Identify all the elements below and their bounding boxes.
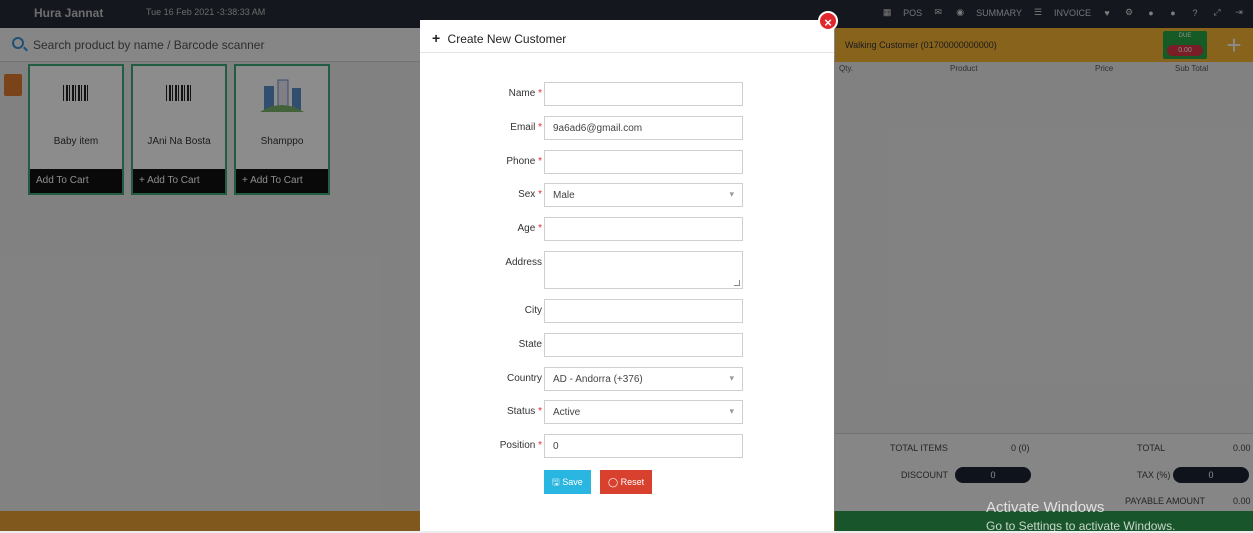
country-row: Country AD - Andorra (+376) bbox=[420, 367, 834, 391]
save-label: Save bbox=[562, 477, 583, 487]
state-field[interactable] bbox=[544, 333, 743, 357]
sex-select[interactable]: Male bbox=[544, 183, 743, 207]
address-label: Address bbox=[505, 257, 542, 268]
phone-row: Phone * bbox=[420, 150, 834, 174]
reset-button[interactable]: ◯ Reset bbox=[600, 470, 653, 494]
email-row: Email * 9a6ad6@gmail.com bbox=[420, 116, 834, 140]
email-field[interactable]: 9a6ad6@gmail.com bbox=[544, 116, 743, 140]
age-row: Age * bbox=[420, 217, 834, 241]
city-row: City bbox=[420, 299, 834, 323]
state-row: State bbox=[420, 333, 834, 357]
position-row: Position * 0 bbox=[420, 434, 834, 458]
age-field[interactable] bbox=[544, 217, 743, 241]
sex-label: Sex * bbox=[518, 189, 542, 200]
address-textarea[interactable] bbox=[544, 251, 743, 289]
plus-icon: + bbox=[432, 30, 441, 46]
reset-label: Reset bbox=[620, 477, 645, 487]
country-select[interactable]: AD - Andorra (+376) bbox=[544, 367, 743, 391]
status-select[interactable]: Active bbox=[544, 400, 743, 424]
position-label: Position * bbox=[499, 440, 542, 451]
name-field[interactable] bbox=[544, 82, 743, 106]
city-field[interactable] bbox=[544, 299, 743, 323]
age-label: Age * bbox=[517, 223, 542, 234]
name-label: Name * bbox=[508, 88, 542, 99]
modal-header: + Create New Customer bbox=[420, 20, 834, 53]
city-label: City bbox=[524, 305, 542, 316]
reset-icon: ◯ bbox=[608, 477, 619, 487]
sex-row: Sex * Male bbox=[420, 183, 834, 207]
status-row: Status * Active bbox=[420, 400, 834, 424]
resize-handle-icon[interactable] bbox=[734, 280, 740, 286]
save-icon: 🖫 bbox=[552, 477, 560, 487]
state-label: State bbox=[518, 339, 542, 350]
modal-title: Create New Customer bbox=[447, 32, 567, 46]
activate-windows-watermark: Activate Windows bbox=[986, 499, 1105, 516]
position-field[interactable]: 0 bbox=[544, 434, 743, 458]
save-button[interactable]: 🖫 Save bbox=[544, 470, 591, 494]
phone-label: Phone * bbox=[506, 156, 542, 167]
email-label: Email * bbox=[510, 122, 542, 133]
close-icon[interactable]: × bbox=[818, 11, 838, 31]
name-row: Name * bbox=[420, 82, 834, 106]
address-row: Address bbox=[420, 251, 834, 289]
phone-field[interactable] bbox=[544, 150, 743, 174]
create-customer-modal: + Create New Customer Name * Email * 9a6… bbox=[420, 20, 834, 531]
status-label: Status * bbox=[506, 406, 542, 417]
country-label: Country bbox=[506, 373, 542, 384]
